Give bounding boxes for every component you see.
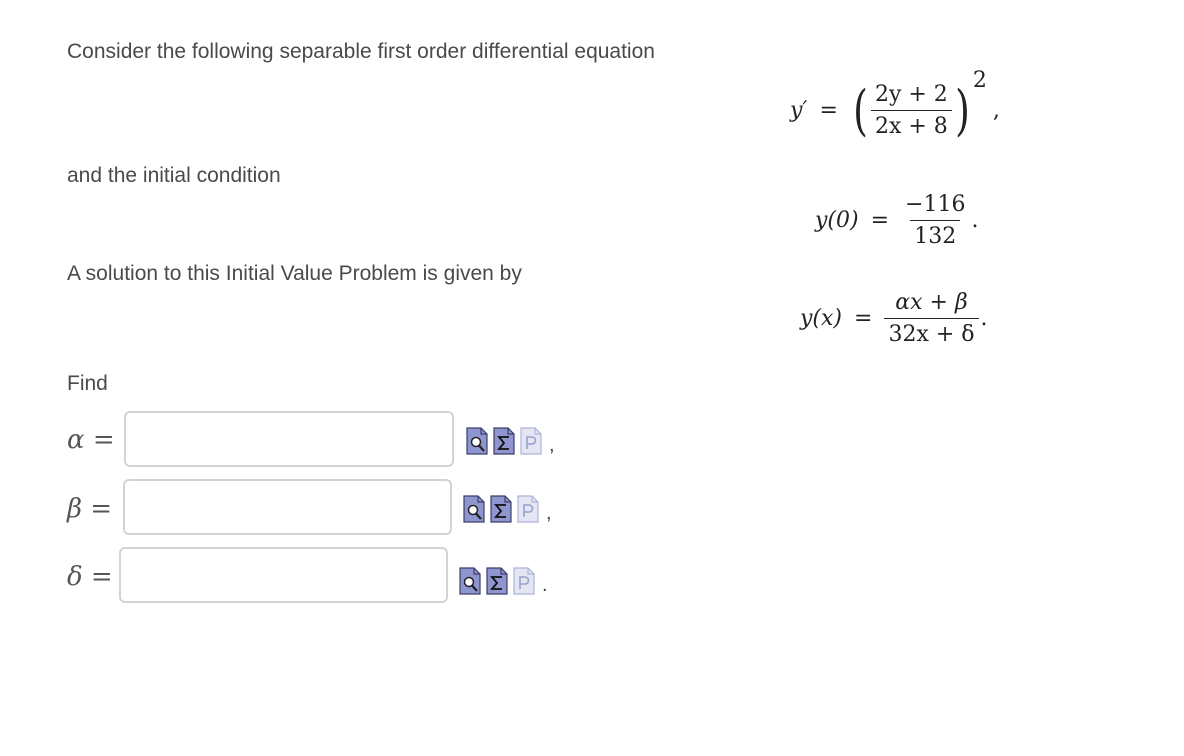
equation-editor-icon[interactable] [490,495,512,523]
solution-denominator: 32x + δ [884,318,979,347]
solution-equation: y(x) = αx + β 32x + δ . [800,290,988,347]
ic-denominator: 132 [910,220,961,249]
solution-numerator: αx + β [895,290,968,315]
beta-label: β = [67,494,113,524]
solution-text: A solution to this Initial Value Problem… [67,262,522,285]
beta-input[interactable] [125,481,450,533]
solution-equals: = [854,306,873,331]
beta-answer-field[interactable] [123,479,452,535]
ic-numerator: −116 [905,192,966,217]
beta-trailing: , [546,502,552,524]
ic-trailing: . [971,208,979,233]
ode-numerator: 2y + 2 [874,82,948,107]
alpha-label: α = [67,425,115,455]
delta-answer-field[interactable] [119,547,448,603]
ode-trailing: , [992,98,1000,123]
solution-trailing: . [980,306,988,331]
find-text: Find [67,372,108,395]
right-paren: ) [954,78,970,142]
intro-text: Consider the following separable first o… [67,40,655,63]
alpha-tools: , [466,427,555,455]
ode-fraction: 2y + 2 2x + 8 [870,82,952,139]
ic-equals: = [870,208,890,233]
parser-help-icon[interactable] [513,567,535,595]
ode-denominator: 2x + 8 [870,110,952,139]
ode-equals: = [819,98,838,123]
preview-icon[interactable] [459,567,481,595]
preview-icon[interactable] [463,495,485,523]
alpha-answer-field[interactable] [124,411,454,467]
ode-exponent: 2 [972,68,987,93]
initial-condition-text: and the initial condition [67,164,281,187]
delta-tools: . [459,567,548,595]
left-paren: ( [853,78,868,142]
alpha-input[interactable] [126,413,452,465]
ic-lhs: y(0) [815,208,859,233]
alpha-trailing: , [549,434,555,456]
equation-editor-icon[interactable] [493,427,515,455]
equation-editor-icon[interactable] [486,567,508,595]
preview-icon[interactable] [466,427,488,455]
solution-fraction: αx + β 32x + δ [884,290,979,347]
parser-help-icon[interactable] [520,427,542,455]
delta-input[interactable] [121,549,446,601]
ode-equation: y′ = ( 2y + 2 2x + 8 ) 2 , [790,68,1000,142]
beta-tools: , [463,495,552,523]
delta-label: δ = [67,562,113,592]
parser-help-icon[interactable] [517,495,539,523]
ode-lhs: y′ [790,98,808,123]
delta-trailing: . [542,574,548,596]
ic-fraction: −116 132 [901,192,969,249]
initial-condition-equation: y(0) = −116 132 . [815,192,978,249]
solution-lhs: y(x) [800,306,843,331]
